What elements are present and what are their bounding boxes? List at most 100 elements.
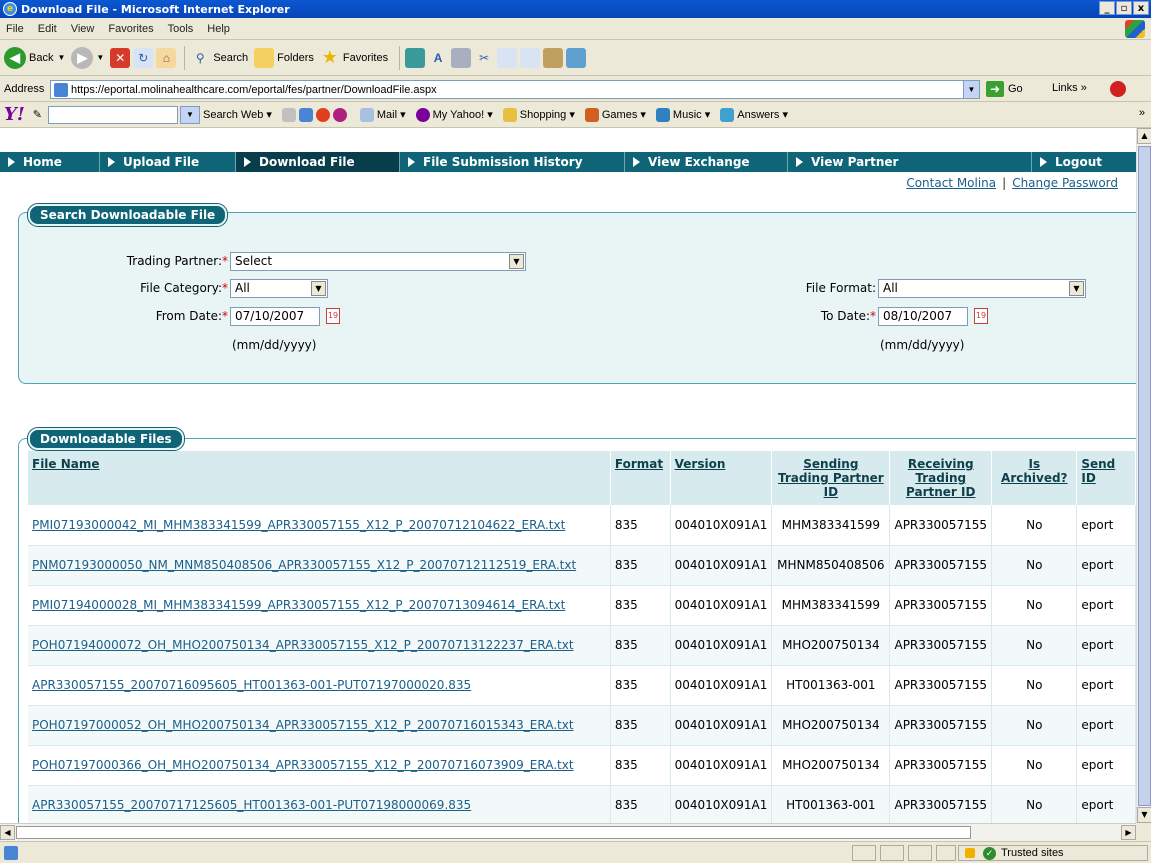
hscroll-thumb[interactable] bbox=[16, 826, 971, 839]
menu-help[interactable]: Help bbox=[207, 23, 230, 35]
mail-button[interactable]: Mail ▾ bbox=[359, 107, 406, 122]
nav-arrow-icon bbox=[108, 157, 115, 167]
to-date-input[interactable]: 08/10/2007 bbox=[878, 307, 968, 326]
scroll-right-icon[interactable]: ▶ bbox=[1121, 825, 1136, 840]
calendar-icon[interactable]: 19 bbox=[326, 308, 340, 324]
games-button[interactable]: Games ▾ bbox=[584, 107, 646, 122]
file-download-link[interactable]: POH07197000052_OH_MHO200750134_APR330057… bbox=[32, 718, 574, 732]
scroll-up-icon[interactable]: ▲ bbox=[1137, 128, 1151, 144]
cut-icon[interactable]: ✂ bbox=[474, 48, 494, 68]
file-download-link[interactable]: POH07197000366_OH_MHO200750134_APR330057… bbox=[32, 758, 574, 772]
media-icon[interactable] bbox=[405, 47, 426, 68]
col-format[interactable]: Format bbox=[610, 451, 671, 505]
change-password-link[interactable]: Change Password bbox=[1012, 176, 1118, 190]
nav-file-submission-history[interactable]: File Submission History bbox=[400, 152, 625, 172]
scroll-left-icon[interactable]: ◀ bbox=[0, 825, 15, 840]
vertical-scrollbar[interactable]: ▲ ▼ bbox=[1136, 128, 1151, 823]
refresh-icon[interactable]: ↻ bbox=[133, 47, 154, 68]
archived-cell: No bbox=[991, 625, 1078, 666]
yahoo-icons[interactable] bbox=[281, 107, 350, 122]
col-version[interactable]: Version bbox=[670, 451, 773, 505]
file-download-link[interactable]: APR330057155_20070716095605_HT001363-001… bbox=[32, 678, 471, 692]
to-date-label: To Date:* bbox=[820, 309, 876, 323]
col-send-id[interactable]: Send ID bbox=[1076, 451, 1136, 505]
home-icon[interactable]: ⌂ bbox=[156, 47, 177, 68]
sending-partner-cell: MHO200750134 bbox=[771, 705, 891, 746]
address-dropdown-icon[interactable]: ▼ bbox=[963, 81, 979, 98]
send-id-cell: eport bbox=[1076, 785, 1136, 823]
nav-logout[interactable]: Logout bbox=[1032, 152, 1136, 172]
answers-button[interactable]: Answers ▾ bbox=[720, 107, 788, 122]
search-web-button[interactable]: Search Web ▾ bbox=[203, 108, 272, 122]
file-name-cell: POH07194000072_OH_MHO200750134_APR330057… bbox=[28, 625, 611, 666]
messenger-icon[interactable] bbox=[566, 47, 587, 68]
nav-label: View Partner bbox=[811, 155, 899, 169]
col-receiving-partner-id[interactable]: Receiving Trading Partner ID bbox=[889, 451, 993, 505]
pencil-icon[interactable]: ✎ bbox=[33, 108, 42, 121]
file-download-link[interactable]: POH07194000072_OH_MHO200750134_APR330057… bbox=[32, 638, 574, 652]
nav-view-partner[interactable]: View Partner bbox=[788, 152, 1032, 172]
yahoo-search-dropdown-icon[interactable]: ▼ bbox=[179, 105, 200, 124]
calendar-icon[interactable]: 19 bbox=[974, 308, 988, 324]
shopping-button[interactable]: Shopping ▾ bbox=[502, 107, 575, 122]
file-category-select[interactable]: All ▼ bbox=[230, 279, 328, 298]
scroll-down-icon[interactable]: ▼ bbox=[1137, 807, 1151, 823]
menu-view[interactable]: View bbox=[71, 23, 95, 35]
maximize-button[interactable]: ▫ bbox=[1116, 1, 1132, 15]
back-button[interactable]: ◀ Back ▼ bbox=[4, 46, 65, 69]
yahoo-logo[interactable]: Y! bbox=[4, 104, 25, 125]
research-icon[interactable] bbox=[543, 47, 564, 68]
file-format-select[interactable]: All ▼ bbox=[878, 279, 1086, 298]
links-button[interactable]: Links » bbox=[1052, 82, 1087, 94]
sending-partner-cell: MHM383341599 bbox=[771, 585, 891, 626]
target-icon bbox=[315, 107, 330, 122]
minimize-button[interactable]: _ bbox=[1099, 1, 1115, 15]
col-file-name[interactable]: File Name bbox=[28, 451, 611, 505]
yahoo-search-input[interactable] bbox=[47, 105, 178, 124]
my-yahoo-button[interactable]: My Yahoo! ▾ bbox=[415, 107, 493, 122]
from-date-input[interactable]: 07/10/2007 bbox=[230, 307, 320, 326]
contact-molina-link[interactable]: Contact Molina bbox=[906, 176, 996, 190]
zone-label: Trusted sites bbox=[1001, 847, 1064, 859]
close-button[interactable]: x bbox=[1133, 1, 1149, 15]
print-icon[interactable] bbox=[451, 47, 472, 68]
nav-download-file[interactable]: Download File bbox=[236, 152, 400, 172]
col-is-archived[interactable]: Is Archived? bbox=[991, 451, 1078, 505]
nav-view-exchange[interactable]: View Exchange bbox=[625, 152, 788, 172]
nav-home[interactable]: Home bbox=[0, 152, 100, 172]
stop-icon[interactable]: ✕ bbox=[110, 47, 131, 68]
col-sending-partner-id[interactable]: Sending Trading Partner ID bbox=[771, 451, 891, 505]
version-cell: 004010X091A1 bbox=[670, 745, 773, 786]
nav-arrow-icon bbox=[1040, 157, 1047, 167]
address-input[interactable]: https://eportal.molinahealthcare.com/epo… bbox=[50, 80, 980, 99]
table-row: PMI07193000042_MI_MHM383341599_APR330057… bbox=[28, 505, 1136, 546]
trading-partner-select[interactable]: Select ▼ bbox=[230, 252, 526, 271]
table-row: PMI07194000028_MI_MHM383341599_APR330057… bbox=[28, 585, 1136, 626]
nav-arrow-icon bbox=[8, 157, 15, 167]
file-download-link[interactable]: PMI07194000028_MI_MHM383341599_APR330057… bbox=[32, 598, 565, 612]
menu-file[interactable]: File bbox=[6, 23, 24, 35]
music-button[interactable]: Music ▾ bbox=[655, 107, 710, 122]
menu-edit[interactable]: Edit bbox=[38, 23, 57, 35]
horizontal-scrollbar[interactable]: ◀ ▶ bbox=[0, 823, 1136, 841]
chevron-right-icon[interactable]: » bbox=[1139, 107, 1145, 119]
favorites-button[interactable]: ★ Favorites bbox=[320, 47, 388, 68]
file-download-link[interactable]: PMI07193000042_MI_MHM383341599_APR330057… bbox=[32, 518, 565, 532]
menu-tools[interactable]: Tools bbox=[168, 23, 194, 35]
font-size-icon[interactable]: A bbox=[428, 48, 448, 68]
forward-button[interactable]: ▶ ▼ bbox=[71, 46, 104, 69]
window-title: Download File - Microsoft Internet Explo… bbox=[21, 2, 290, 16]
folders-button[interactable]: Folders bbox=[254, 47, 314, 68]
scroll-thumb[interactable] bbox=[1138, 146, 1151, 806]
games-label: Games bbox=[601, 108, 638, 121]
file-download-link[interactable]: PNM07193000050_NM_MNM850408506_APR330057… bbox=[32, 558, 576, 572]
nav-upload-file[interactable]: Upload File bbox=[100, 152, 236, 172]
sending-partner-cell: MHO200750134 bbox=[771, 625, 891, 666]
addon-icon[interactable] bbox=[1110, 81, 1126, 97]
copy-icon[interactable] bbox=[497, 47, 518, 68]
paste-icon[interactable] bbox=[520, 47, 541, 68]
file-download-link[interactable]: APR330057155_20070717125605_HT001363-001… bbox=[32, 798, 471, 812]
menu-favorites[interactable]: Favorites bbox=[108, 23, 153, 35]
go-button[interactable]: ➜ Go bbox=[986, 81, 1023, 97]
search-button[interactable]: ⚲ Search bbox=[190, 48, 248, 68]
